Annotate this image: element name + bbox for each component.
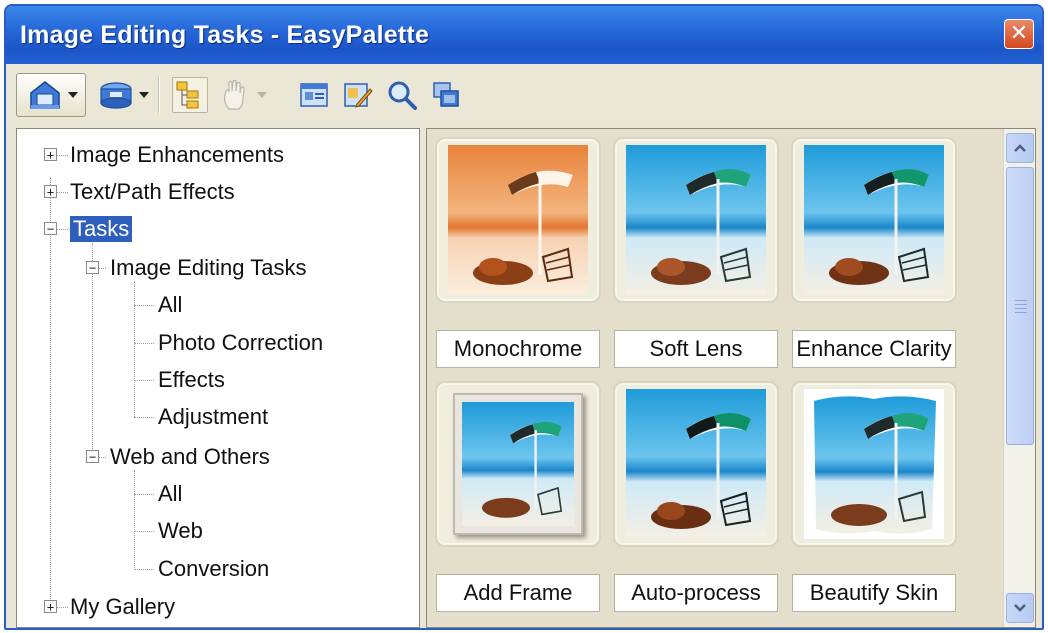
title-bar[interactable]: Image Editing Tasks - EasyPalette ✕ bbox=[6, 6, 1042, 64]
tree-connector bbox=[134, 305, 154, 306]
home-dropdown-arrow[interactable] bbox=[67, 89, 79, 101]
tree-item-label: Image Editing Tasks bbox=[110, 255, 307, 280]
tree-connector bbox=[134, 343, 154, 344]
collapse-icon[interactable]: − bbox=[86, 450, 99, 463]
task-thumbnail-tile[interactable] bbox=[435, 381, 601, 547]
task-thumbnail-tile[interactable] bbox=[613, 381, 779, 547]
scroll-down-button[interactable] bbox=[1006, 593, 1034, 623]
task-label-text: Add Frame bbox=[463, 580, 573, 605]
task-label-auto-process[interactable]: Auto-process bbox=[614, 574, 778, 612]
tree-item-label-selected: Tasks bbox=[70, 216, 133, 242]
tree-connector bbox=[134, 417, 154, 418]
disk-dropdown-arrow[interactable] bbox=[138, 89, 150, 101]
beach-thumbnail-image bbox=[626, 145, 766, 295]
tree-item-iet-all[interactable]: All bbox=[158, 288, 182, 322]
close-button[interactable]: ✕ bbox=[1004, 19, 1034, 49]
beach-thumbnail-image bbox=[448, 145, 588, 295]
tree-view-icon[interactable] bbox=[172, 77, 208, 113]
task-thumbnail-tile[interactable] bbox=[791, 137, 957, 303]
task-label-soft-lens[interactable]: Soft Lens bbox=[614, 330, 778, 368]
task-label-monochrome[interactable]: Monochrome bbox=[436, 330, 600, 368]
tree-item-image-editing-tasks[interactable]: Image Editing Tasks bbox=[110, 251, 306, 285]
tree-connector bbox=[134, 569, 154, 570]
tree-connector bbox=[134, 470, 135, 570]
tree-connector bbox=[92, 243, 93, 457]
scroll-thumb[interactable] bbox=[1006, 167, 1034, 445]
task-label-text: Beautify Skin bbox=[809, 580, 939, 605]
frame-border bbox=[453, 393, 583, 535]
tree-item-image-enhancements[interactable]: Image Enhancements bbox=[70, 138, 284, 172]
tree-connector bbox=[134, 281, 135, 417]
tree-item-my-gallery[interactable]: My Gallery bbox=[70, 590, 175, 624]
expand-icon[interactable]: + bbox=[44, 600, 57, 613]
task-thumbnail-tile[interactable] bbox=[791, 381, 957, 547]
task-label-text: Monochrome bbox=[453, 336, 583, 361]
collapse-icon[interactable]: − bbox=[86, 261, 99, 274]
tree-item-label: Web and Others bbox=[110, 444, 270, 469]
palette-home-group bbox=[16, 73, 86, 117]
toolbar-separator bbox=[158, 77, 160, 113]
chevron-up-icon bbox=[1014, 144, 1026, 152]
tree-item-label: Adjustment bbox=[158, 404, 269, 429]
tree-connector bbox=[134, 380, 154, 381]
tree-item-photo-correction[interactable]: Photo Correction bbox=[158, 326, 323, 360]
task-label-text: Soft Lens bbox=[649, 336, 743, 361]
magnifier-icon[interactable] bbox=[384, 77, 420, 113]
tree-item-tasks[interactable]: Tasks bbox=[70, 212, 133, 246]
task-label-add-frame[interactable]: Add Frame bbox=[436, 574, 600, 612]
easypalette-window: Image Editing Tasks - EasyPalette ✕ + + … bbox=[4, 4, 1044, 630]
tree-item-label: Conversion bbox=[158, 556, 270, 581]
expand-icon[interactable]: + bbox=[44, 148, 57, 161]
gallery-scrollbar[interactable] bbox=[1003, 129, 1035, 627]
edit-icon[interactable] bbox=[340, 77, 376, 113]
task-gallery: Monochrome Soft Lens Enhance Clarity Add… bbox=[426, 128, 1036, 628]
tree-connector bbox=[50, 177, 51, 607]
beach-thumbnail-image bbox=[626, 389, 766, 539]
home-icon[interactable] bbox=[27, 77, 63, 113]
task-label-enhance-clarity[interactable]: Enhance Clarity bbox=[792, 330, 956, 368]
tree-connector bbox=[134, 494, 154, 495]
beach-thumbnail-image bbox=[462, 402, 574, 526]
tree-item-label: Effects bbox=[158, 367, 225, 392]
beach-thumbnail-image bbox=[804, 389, 944, 539]
collapse-icon[interactable]: − bbox=[44, 222, 57, 235]
tree-item-label: My Gallery bbox=[70, 594, 176, 619]
tree-connector bbox=[134, 531, 154, 532]
beach-thumbnail-image bbox=[804, 145, 944, 295]
task-label-text: Enhance Clarity bbox=[796, 336, 952, 361]
card-icon[interactable] bbox=[296, 77, 332, 113]
close-icon: ✕ bbox=[1009, 21, 1029, 46]
task-thumbnail-tile[interactable] bbox=[613, 137, 779, 303]
tree-item-label: All bbox=[158, 481, 183, 506]
task-tree-panel: + + − − − + Image Enhancements Text/Path… bbox=[16, 128, 420, 628]
tree-item-web[interactable]: Web bbox=[158, 514, 203, 548]
windows-icon[interactable] bbox=[428, 77, 464, 113]
task-thumbnail-tile[interactable] bbox=[435, 137, 601, 303]
disk-icon[interactable] bbox=[98, 77, 134, 113]
window-title: Image Editing Tasks - EasyPalette bbox=[20, 20, 430, 49]
tree-item-label: Photo Correction bbox=[158, 330, 324, 355]
tree-item-label: Web bbox=[158, 518, 203, 543]
task-label-beautify-skin[interactable]: Beautify Skin bbox=[792, 574, 956, 612]
tree-item-label: All bbox=[158, 292, 183, 317]
chevron-down-icon bbox=[1014, 604, 1026, 612]
hand-icon[interactable] bbox=[216, 77, 252, 113]
tree-item-conversion[interactable]: Conversion bbox=[158, 552, 269, 586]
tree-item-wo-all[interactable]: All bbox=[158, 477, 182, 511]
tree-item-adjustment[interactable]: Adjustment bbox=[158, 400, 268, 434]
hand-dropdown-arrow[interactable] bbox=[256, 89, 268, 101]
tree-item-effects[interactable]: Effects bbox=[158, 363, 225, 397]
tree-item-label: Image Enhancements bbox=[70, 142, 285, 167]
tree-item-web-and-others[interactable]: Web and Others bbox=[110, 440, 270, 474]
scroll-up-button[interactable] bbox=[1006, 133, 1034, 163]
toolbar bbox=[6, 64, 1042, 126]
tree-item-label: Text/Path Effects bbox=[70, 179, 235, 204]
tree-item-text-path-effects[interactable]: Text/Path Effects bbox=[70, 175, 235, 209]
expand-icon[interactable]: + bbox=[44, 185, 57, 198]
task-label-text: Auto-process bbox=[631, 580, 761, 605]
